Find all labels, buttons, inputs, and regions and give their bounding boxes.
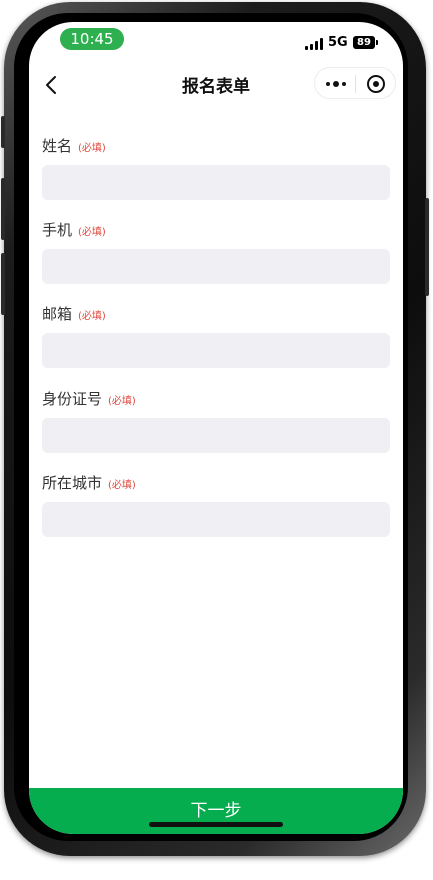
field-label-text: 所在城市 (42, 474, 103, 492)
mini-program-capsule (314, 67, 396, 99)
chevron-left-icon[interactable] (41, 74, 63, 96)
volume-up-button (1, 178, 5, 240)
mute-switch (1, 116, 5, 148)
phone-input[interactable] (42, 249, 390, 284)
field-label-id-number: 身份证号 (必填) (42, 388, 136, 409)
field-label-name: 姓名 (必填) (42, 135, 106, 156)
field-label-text: 邮箱 (42, 305, 73, 323)
page-title: 报名表单 (182, 77, 250, 97)
next-step-button[interactable]: 下一步 (29, 788, 403, 834)
home-indicator (149, 822, 283, 827)
email-input[interactable] (42, 333, 390, 368)
required-tag: (必填) (108, 396, 136, 407)
field-label-phone: 手机 (必填) (42, 219, 106, 240)
field-label-email: 邮箱 (必填) (42, 303, 106, 324)
city-input[interactable] (42, 502, 390, 537)
signal-icon (305, 38, 325, 50)
more-dots-icon[interactable] (324, 76, 348, 92)
capsule-divider (355, 75, 356, 93)
name-input[interactable] (42, 165, 390, 200)
network-label: 5G (328, 35, 348, 50)
power-button (425, 198, 429, 296)
field-label-text: 手机 (42, 221, 73, 239)
field-label-text: 身份证号 (42, 390, 103, 408)
field-label-text: 姓名 (42, 137, 73, 155)
required-tag: (必填) (78, 227, 106, 238)
required-tag: (必填) (78, 143, 106, 154)
field-label-city: 所在城市 (必填) (42, 472, 136, 493)
target-circle-icon[interactable] (366, 74, 386, 94)
status-time: 10:45 (60, 28, 124, 50)
volume-down-button (1, 253, 5, 315)
required-tag: (必填) (78, 311, 106, 322)
required-tag: (必填) (108, 480, 136, 491)
battery-icon: 89 (353, 36, 378, 49)
id-number-input[interactable] (42, 418, 390, 453)
screen: 10:45 5G 89 报名表单 姓名 (必填) 手机 (必填) 邮箱 (必填) 身份… (29, 22, 403, 834)
